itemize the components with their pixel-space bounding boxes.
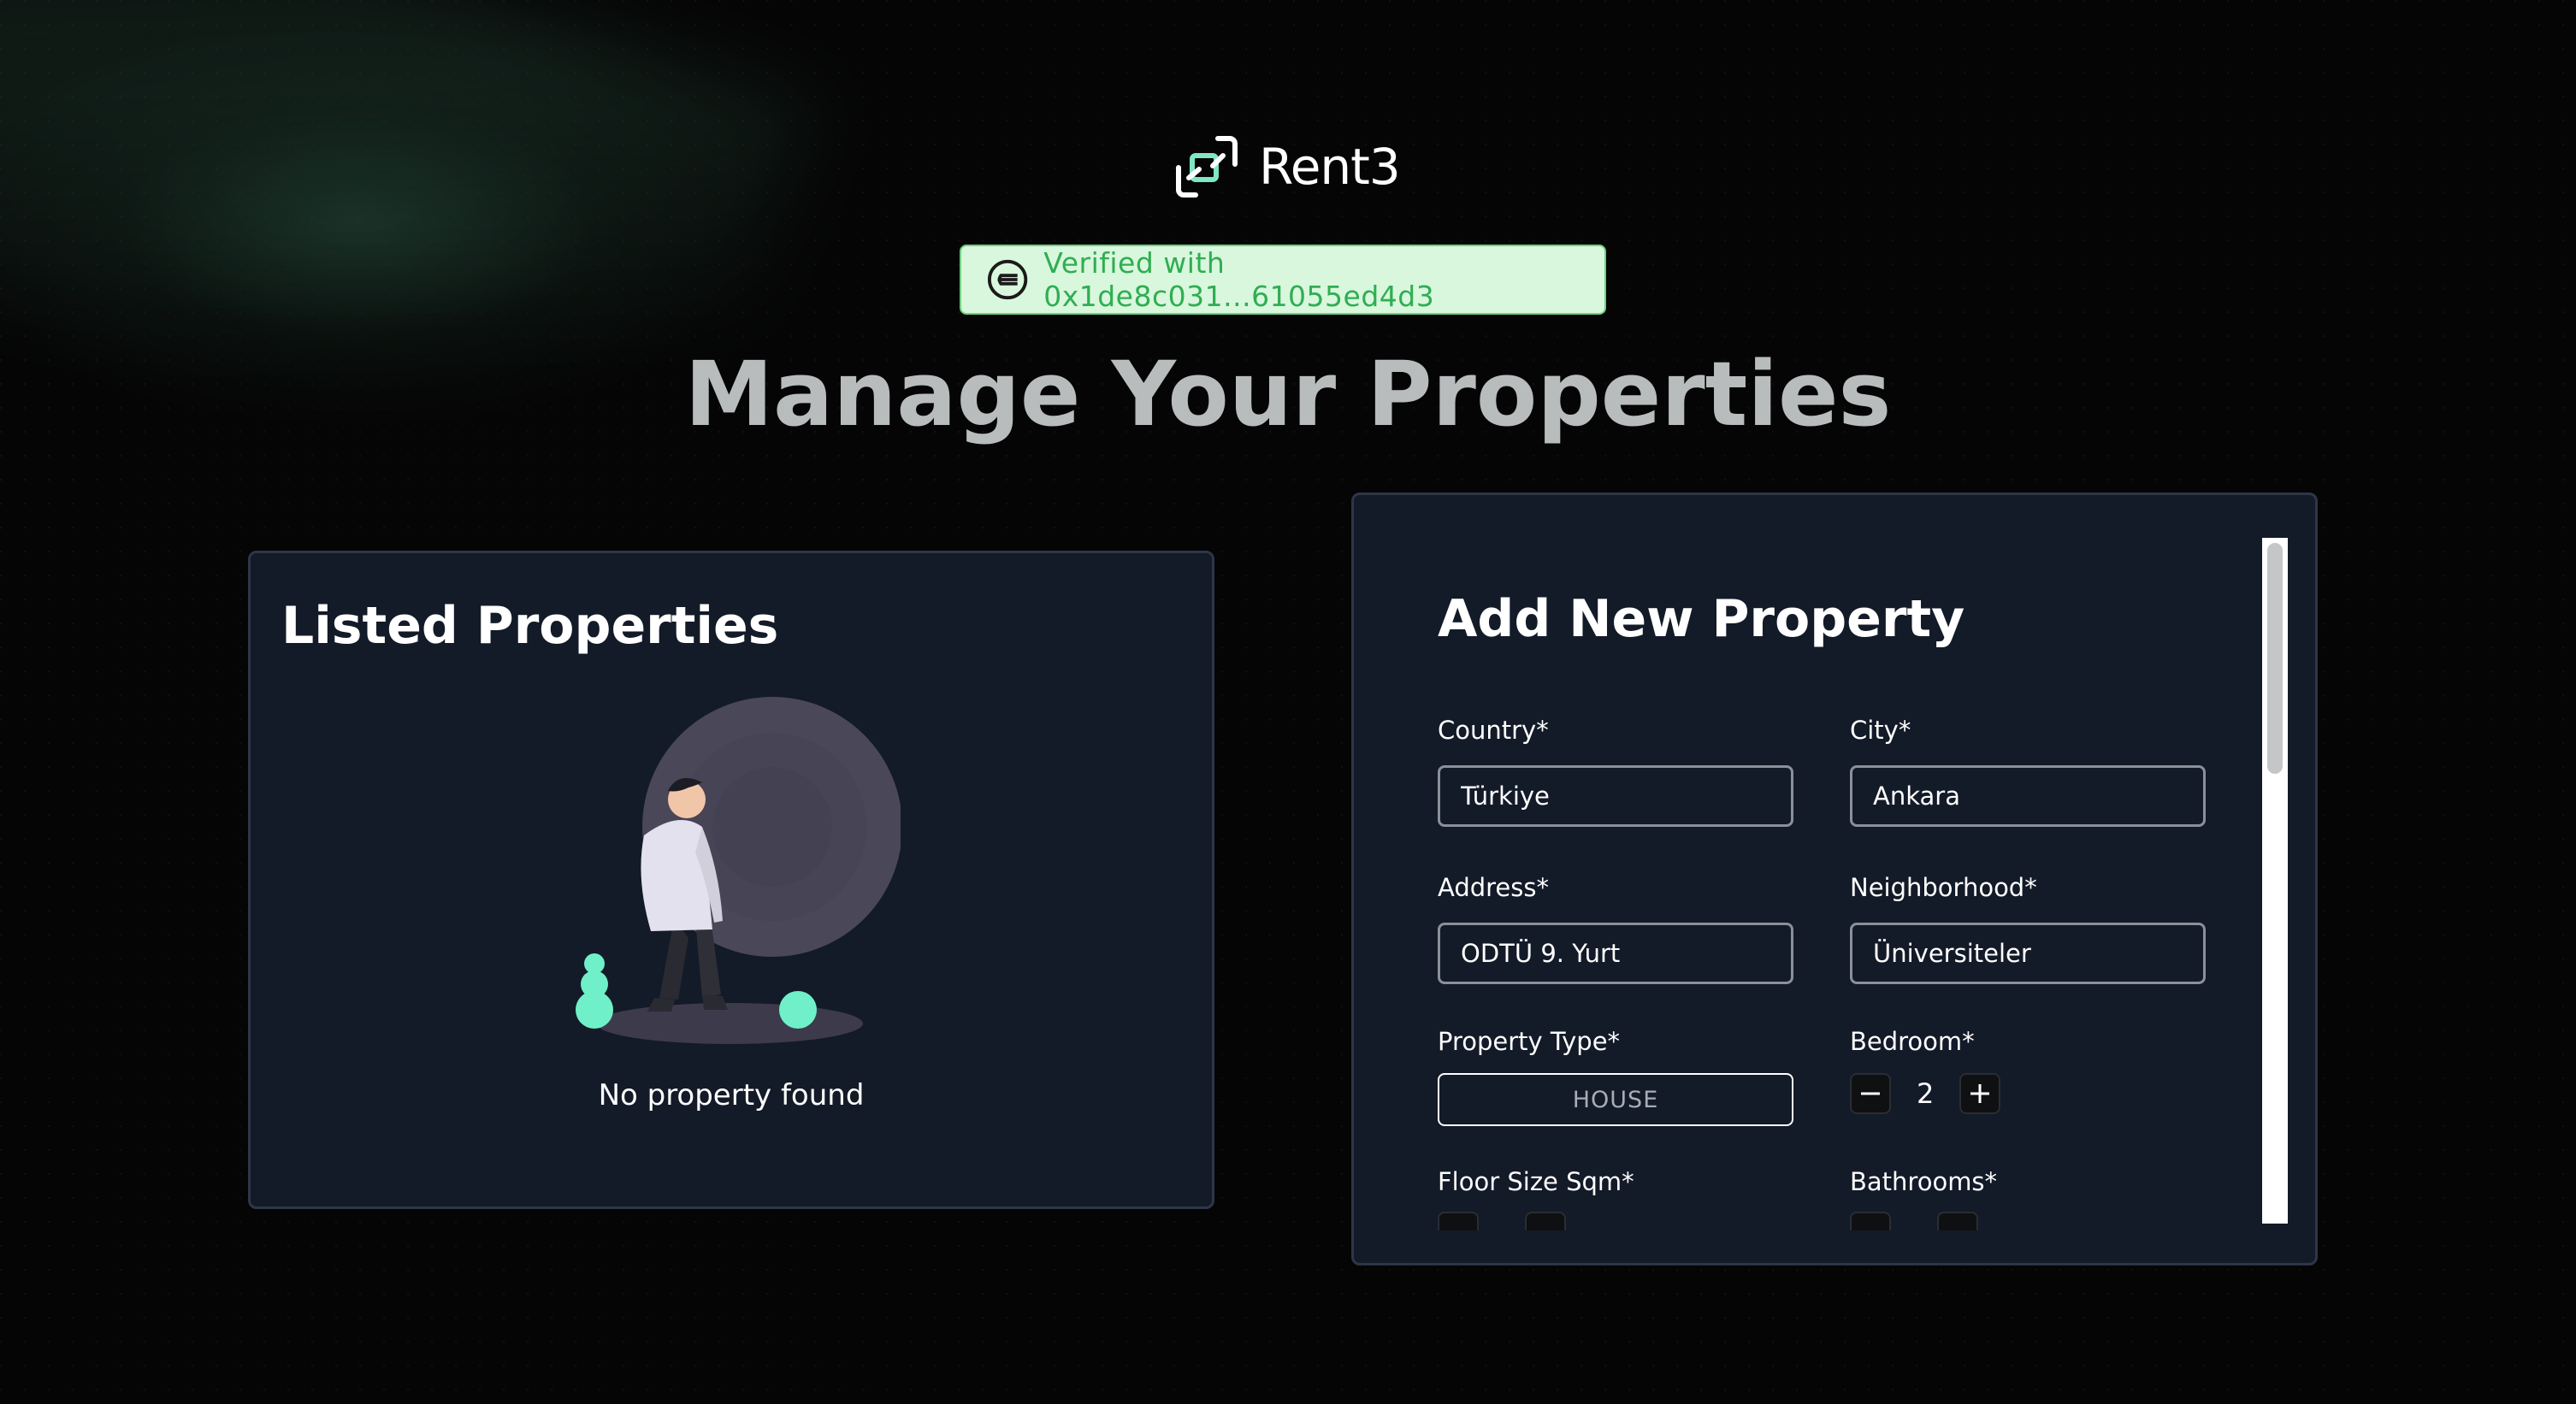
rent3-logo-icon [1176, 136, 1238, 198]
address-label: Address* [1438, 873, 1549, 902]
worldcoin-icon [987, 259, 1028, 300]
verification-badge: Verified with 0x1de8c031...61055ed4d3 [960, 245, 1606, 315]
address-input[interactable] [1438, 923, 1793, 984]
bathrooms-increment-button[interactable] [1937, 1212, 1978, 1230]
bedroom-label: Bedroom* [1850, 1027, 1975, 1056]
bedroom-decrement-button[interactable] [1850, 1073, 1891, 1114]
bathrooms-decrement-button[interactable] [1850, 1212, 1891, 1230]
page-title: Manage Your Properties [684, 342, 1892, 446]
bedroom-value: 2 [1917, 1077, 1935, 1110]
minus-icon [1861, 1092, 1880, 1095]
country-label: Country* [1438, 716, 1549, 745]
empty-state-message: No property found [598, 1078, 865, 1112]
plus-icon [1970, 1084, 1990, 1103]
bedroom-stepper: 2 [1850, 1073, 2001, 1114]
city-label: City* [1850, 716, 1911, 745]
bedroom-increment-button[interactable] [1959, 1073, 2001, 1114]
verification-text: Verified with 0x1de8c031...61055ed4d3 [1043, 246, 1435, 313]
add-property-card: Add New Property Country* City* Address*… [1351, 493, 2318, 1265]
add-property-title: Add New Property [1438, 589, 1965, 649]
bathrooms-label: Bathrooms* [1850, 1167, 1998, 1196]
neighborhood-input[interactable] [1850, 923, 2206, 984]
floor-size-stepper [1438, 1212, 1566, 1230]
floor-size-decrement-button[interactable] [1438, 1212, 1479, 1230]
clipped-steppers-row [1438, 1212, 2293, 1230]
neighborhood-label: Neighborhood* [1850, 873, 2037, 902]
background-glow [0, 0, 816, 528]
empty-state-illustration [576, 697, 901, 1044]
property-type-label: Property Type* [1438, 1027, 1621, 1056]
city-input[interactable] [1850, 765, 2206, 827]
form-scrollbar-thumb[interactable] [2267, 543, 2283, 774]
page-root: Rent3 Verified with 0x1de8c031...61055ed… [0, 0, 2576, 1404]
bathrooms-stepper [1850, 1212, 1978, 1230]
listed-properties-card: Listed Properties No property found [248, 551, 1214, 1209]
country-input[interactable] [1438, 765, 1793, 827]
brand-logo[interactable]: Rent3 [1170, 128, 1401, 205]
listed-properties-title: Listed Properties [281, 596, 779, 656]
floor-size-label: Floor Size Sqm* [1438, 1167, 1634, 1196]
floor-size-increment-button[interactable] [1525, 1212, 1566, 1230]
property-type-select[interactable]: HOUSE [1438, 1073, 1793, 1126]
brand-name: Rent3 [1259, 138, 1401, 196]
